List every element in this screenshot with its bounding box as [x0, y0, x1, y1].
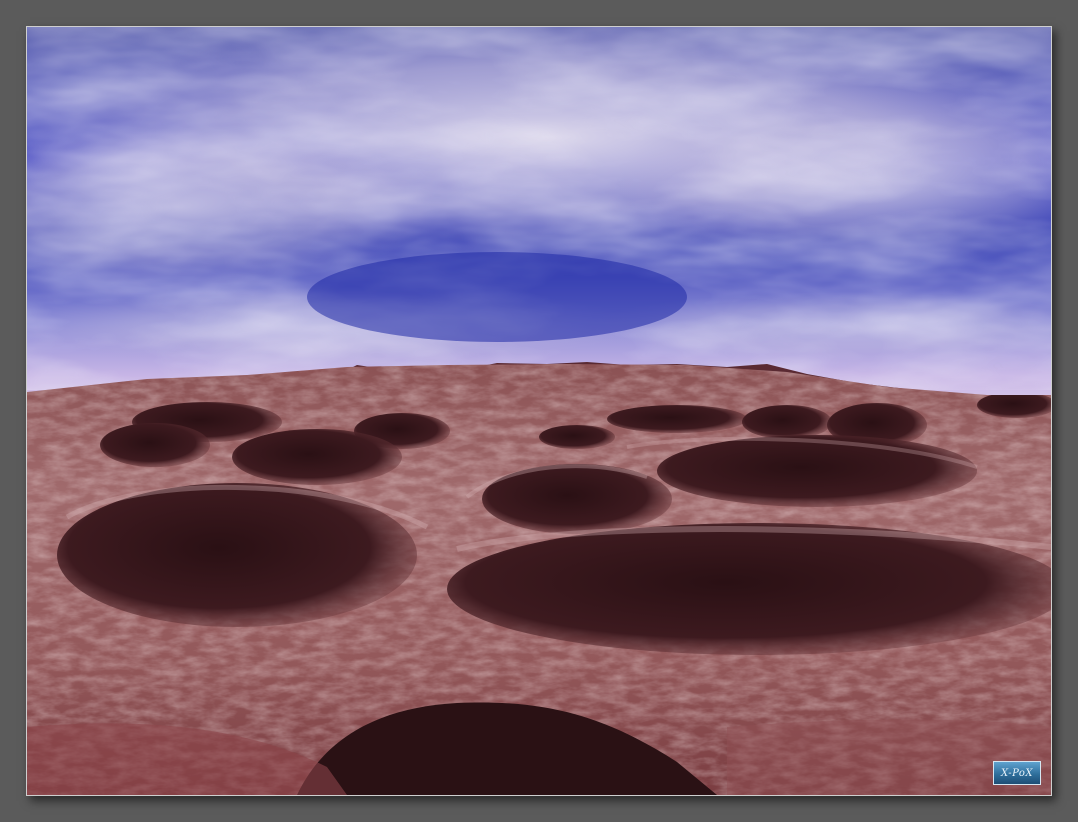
watermark-badge: X-PoX: [993, 761, 1041, 785]
sky: [27, 27, 1051, 407]
image-frame: X-PoX: [26, 26, 1052, 796]
cratered-ground: [27, 364, 1051, 795]
landscape-render: [27, 27, 1051, 795]
